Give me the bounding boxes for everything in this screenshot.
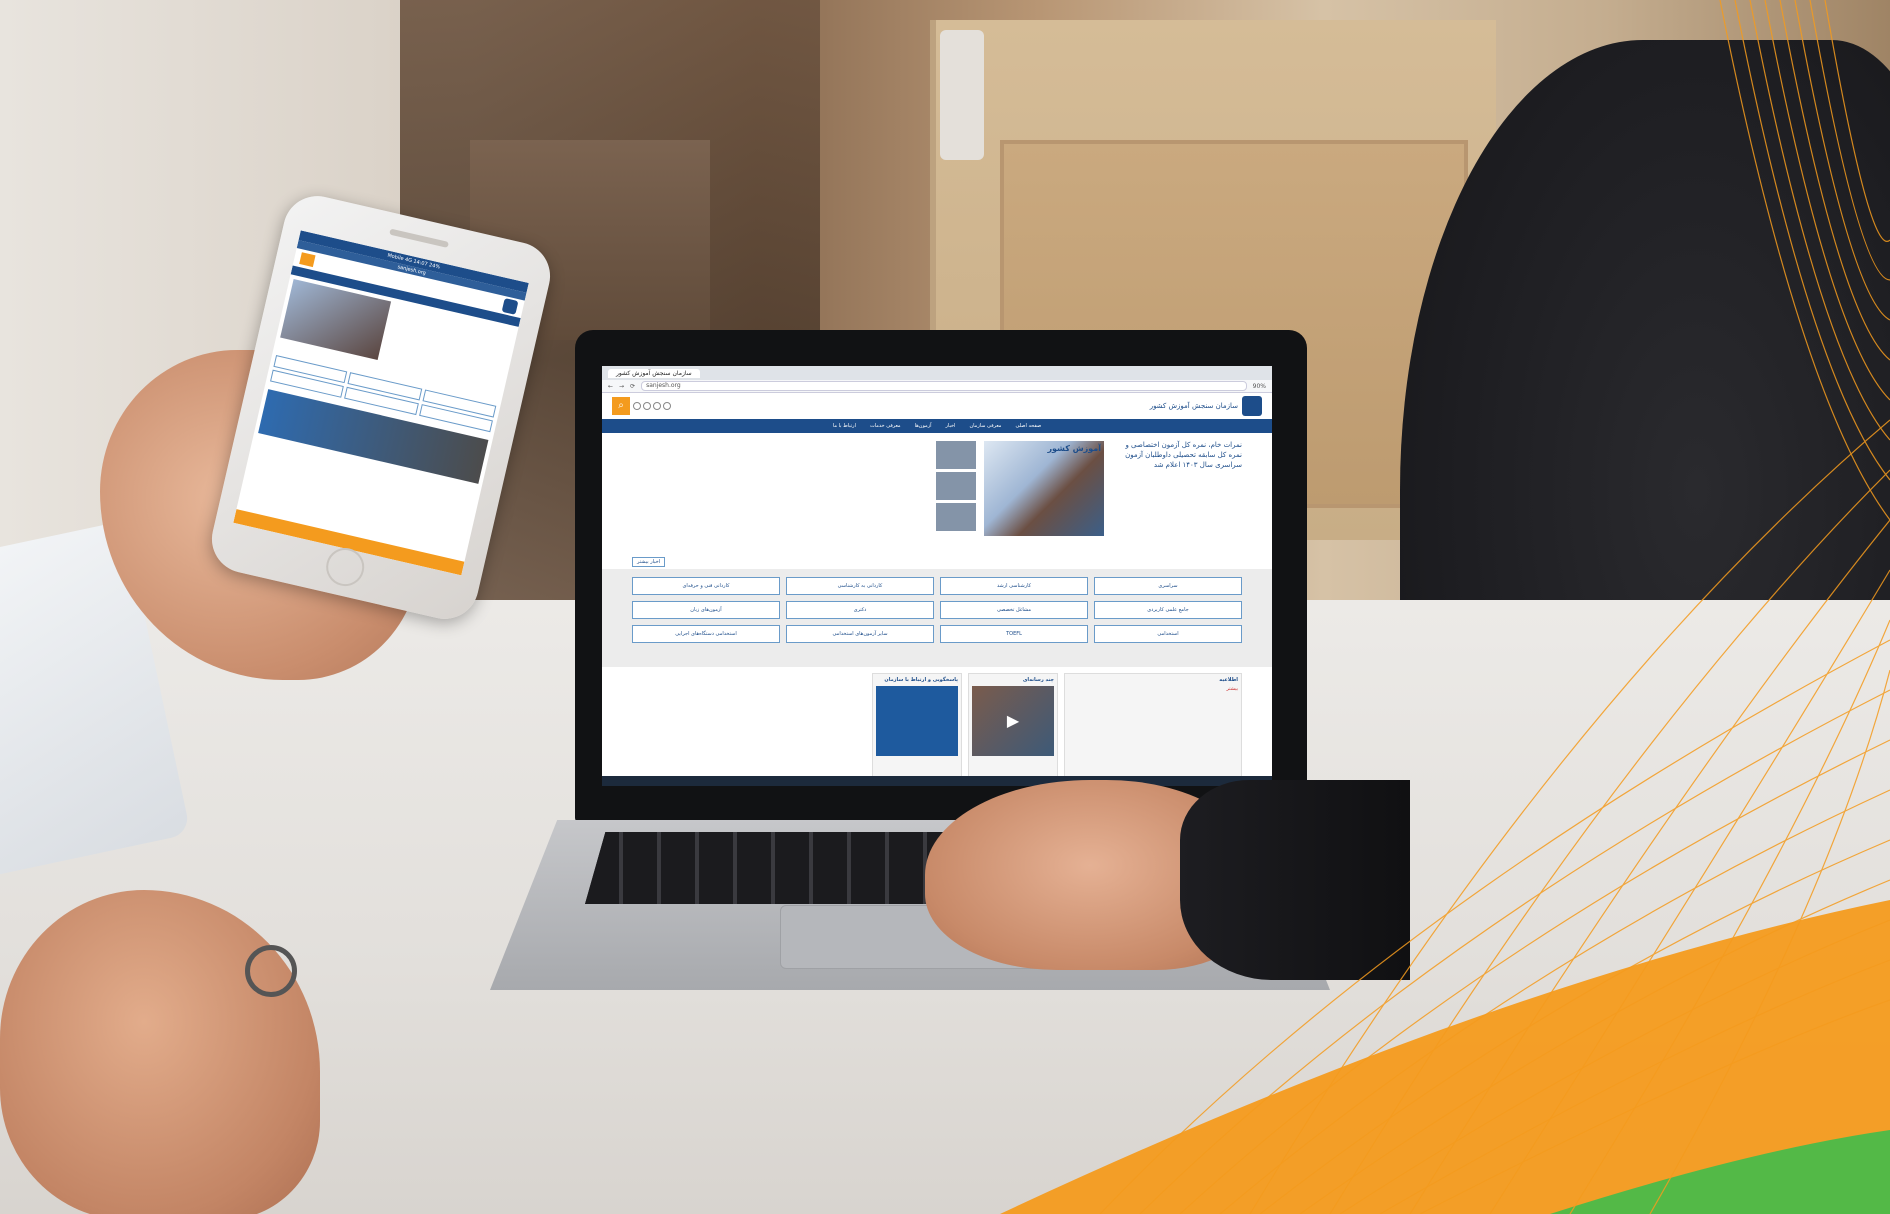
social-icon[interactable] xyxy=(663,402,671,410)
service-button[interactable]: مشاغل تخصصی xyxy=(940,601,1088,619)
social-icon[interactable] xyxy=(643,402,651,410)
nav-item[interactable]: صفحه اصلی xyxy=(1015,423,1041,429)
nav-item[interactable]: ارتباط با ما xyxy=(833,423,856,429)
service-button[interactable]: کاردانی فنی و حرفه‌ای xyxy=(632,577,780,595)
video-thumbnail[interactable]: ▶ xyxy=(972,686,1054,756)
service-button[interactable]: استخدامی دستگاه‌های اجرایی xyxy=(632,625,780,643)
nav-item[interactable]: آزمون‌ها xyxy=(915,423,932,429)
photo-scene: سازمان سنجش آموزش کشور ← → ⟳ sanjesh.org… xyxy=(0,0,1890,1214)
social-icon[interactable] xyxy=(653,402,661,410)
service-button[interactable]: کاردانی به کارشناسی xyxy=(786,577,934,595)
hero-banner-text: آموزش کشور xyxy=(1047,444,1101,453)
news-section: نمرات خام، نمره کل آزمون اختصاصی و نمره … xyxy=(602,433,1272,559)
zoom-level: 90% xyxy=(1252,382,1266,390)
phone-speaker xyxy=(389,228,449,248)
ring xyxy=(245,945,297,997)
contact-image[interactable] xyxy=(876,686,958,756)
os-taskbar xyxy=(602,776,1272,786)
site-header: ⌕ سازمان سنجش آموزش کشور xyxy=(602,393,1272,419)
reload-icon[interactable]: ⟳ xyxy=(630,383,635,390)
news-list xyxy=(826,441,976,551)
browser-tab-strip: سازمان سنجش آموزش کشور xyxy=(602,366,1272,380)
news-thumbnail[interactable] xyxy=(936,441,976,469)
search-icon[interactable] xyxy=(299,252,316,268)
announcements-panel: اطلاعیه بیشتر xyxy=(1064,673,1242,786)
battery-label: 24% xyxy=(428,262,441,271)
service-button[interactable]: استخدامی xyxy=(1094,625,1242,643)
multimedia-panel: چند رسانه‌ای ▶ xyxy=(968,673,1058,786)
panels-section: اطلاعیه بیشتر چند رسانه‌ای ▶ پاسخگویی و … xyxy=(602,667,1272,786)
panel-more-link[interactable]: بیشتر xyxy=(1068,686,1238,692)
more-news-button[interactable]: اخبار بیشتر xyxy=(632,557,666,567)
door-hinge xyxy=(940,30,984,160)
back-icon[interactable]: ← xyxy=(608,383,613,390)
logo-mark-icon xyxy=(501,298,519,315)
services-section: سراسری کارشناسی ارشد کاردانی به کارشناسی… xyxy=(602,569,1272,667)
news-thumbnail[interactable] xyxy=(936,503,976,531)
social-icon[interactable] xyxy=(633,402,641,410)
panel-title: چند رسانه‌ای xyxy=(1022,677,1054,683)
news-hero-image[interactable]: آموزش کشور xyxy=(984,441,1104,536)
services-grid: سراسری کارشناسی ارشد کاردانی به کارشناسی… xyxy=(632,577,1242,643)
panel-title: اطلاعیه xyxy=(1219,677,1238,683)
news-headline[interactable]: نمرات خام، نمره کل آزمون اختصاصی و نمره … xyxy=(1112,441,1242,551)
laptop-screen: سازمان سنجش آموزش کشور ← → ⟳ sanjesh.org… xyxy=(602,366,1272,786)
nav-item[interactable]: معرفی سازمان xyxy=(969,423,1001,429)
site-logo[interactable]: سازمان سنجش آموزش کشور xyxy=(1150,396,1262,416)
browser-address-bar: ← → ⟳ sanjesh.org 90% xyxy=(602,380,1272,393)
phone-screen: Mobile 4G 14:07 24% sanjesh.org xyxy=(233,230,529,576)
panel-title: پاسخگویی و ارتباط با سازمان xyxy=(884,677,958,683)
social-icons xyxy=(633,402,671,410)
site-nav: صفحه اصلی معرفی سازمان اخبار آزمون‌ها مع… xyxy=(602,419,1272,433)
right-arm-sleeve xyxy=(1180,780,1410,980)
site-logo-text: سازمان سنجش آموزش کشور xyxy=(1149,402,1238,410)
search-icon[interactable]: ⌕ xyxy=(612,397,630,415)
service-button[interactable]: TOEFL xyxy=(940,625,1088,643)
service-button[interactable]: دکتری xyxy=(786,601,934,619)
service-button[interactable]: آزمون‌های زبان xyxy=(632,601,780,619)
service-button[interactable]: سراسری xyxy=(1094,577,1242,595)
forward-icon[interactable]: → xyxy=(619,383,624,390)
play-icon[interactable]: ▶ xyxy=(972,686,1054,756)
service-button[interactable]: کارشناسی ارشد xyxy=(940,577,1088,595)
contact-panel: پاسخگویی و ارتباط با سازمان xyxy=(872,673,962,786)
url-field[interactable]: sanjesh.org xyxy=(641,381,1247,391)
nav-item[interactable]: اخبار xyxy=(946,423,956,429)
logo-mark-icon xyxy=(1242,396,1262,416)
news-thumbnail[interactable] xyxy=(936,472,976,500)
browser-tab[interactable]: سازمان سنجش آموزش کشور xyxy=(608,368,700,378)
service-button[interactable]: سایر آزمون‌های استخدامی xyxy=(786,625,934,643)
service-button[interactable]: جامع علمی کاربردی xyxy=(1094,601,1242,619)
search-area: ⌕ xyxy=(612,397,671,415)
nav-item[interactable]: معرفی خدمات xyxy=(870,423,901,429)
